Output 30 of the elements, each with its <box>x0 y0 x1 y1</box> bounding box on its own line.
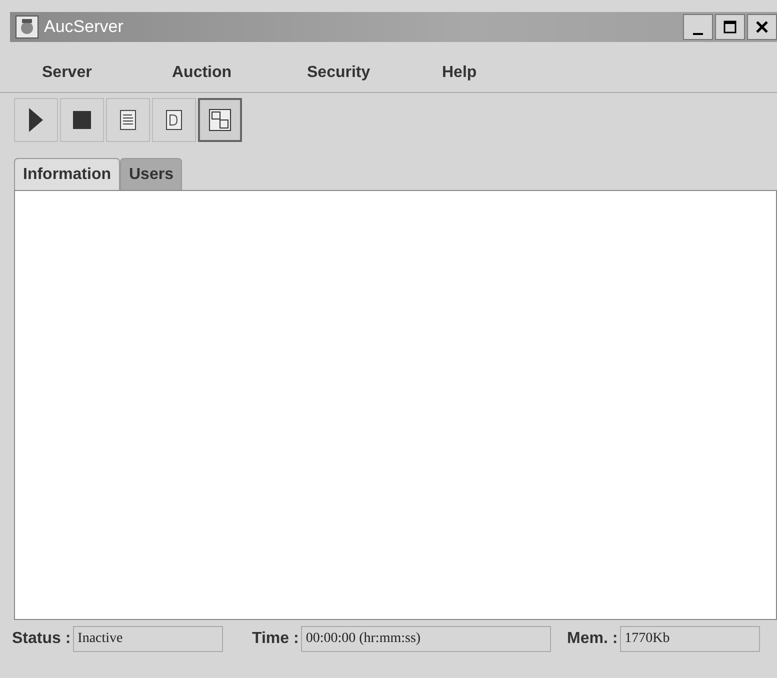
status-label: Mem. : <box>567 630 619 648</box>
app-icon <box>14 15 40 39</box>
tab[interactable]: Users <box>120 158 182 190</box>
toolbar-button[interactable] <box>152 98 196 142</box>
menu-item[interactable]: Auction <box>152 64 287 82</box>
toolbar-button[interactable] <box>106 98 150 142</box>
status-field: 1770Kb <box>620 626 760 652</box>
status-field: 00:00:00 (hr:mm:ss) <box>300 626 551 652</box>
document-icon <box>120 110 136 130</box>
tab[interactable]: Information <box>14 158 120 190</box>
minimize-button[interactable] <box>683 14 713 40</box>
status-label: Time : <box>252 630 300 648</box>
play-icon <box>28 107 44 133</box>
menu-item[interactable]: Server <box>22 64 152 82</box>
toolbar-button[interactable] <box>14 98 58 142</box>
maximize-button[interactable] <box>715 14 745 40</box>
swap-icon <box>209 109 231 131</box>
page-icon <box>166 110 182 130</box>
maximize-icon <box>723 20 737 34</box>
menu-item[interactable]: Help <box>422 64 557 82</box>
toolbar-button[interactable] <box>198 98 242 142</box>
minimize-icon <box>693 33 703 35</box>
stop-icon <box>73 111 91 129</box>
window-title: AucServer <box>44 17 124 37</box>
status-label: Status : <box>12 630 72 648</box>
toolbar-button[interactable] <box>60 98 104 142</box>
status-field: Inactive <box>72 626 223 652</box>
close-button[interactable] <box>747 14 777 40</box>
menu-item[interactable]: Security <box>287 64 422 82</box>
close-icon <box>755 20 769 34</box>
